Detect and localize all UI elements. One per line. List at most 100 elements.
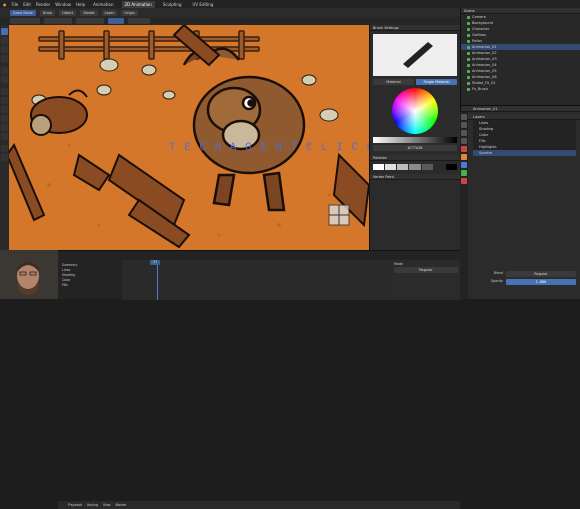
tool-settings-bar <box>0 17 460 25</box>
swatch[interactable] <box>397 164 409 170</box>
header-menu-stroke[interactable]: Stroke <box>80 9 98 16</box>
menu-file[interactable]: File <box>12 2 19 7</box>
menu-render[interactable]: Render <box>36 2 50 7</box>
material-tab-icon[interactable] <box>461 178 467 184</box>
mode-dropdown-timeline[interactable]: Regular <box>394 267 458 273</box>
menu-marker[interactable]: Marker <box>116 503 127 508</box>
world-tab-icon[interactable] <box>461 146 467 152</box>
tab-uv-editing[interactable]: UV Editing <box>190 1 217 8</box>
object-type-icon <box>467 63 470 67</box>
tab-2d-animation[interactable]: 2D Animation <box>121 0 155 8</box>
color-mode-toggle[interactable] <box>108 18 124 24</box>
brush-selector[interactable] <box>10 18 40 24</box>
color-wheel[interactable] <box>392 88 438 134</box>
object-type-icon <box>467 15 470 19</box>
track-label[interactable]: Fills <box>62 283 122 288</box>
swatch[interactable] <box>373 164 385 170</box>
webcam-overlay <box>0 250 58 299</box>
value-slider[interactable] <box>373 137 457 143</box>
object-type-icon <box>467 57 470 61</box>
presenter-avatar <box>0 250 58 299</box>
keyframe-area[interactable]: 37 <box>122 260 392 300</box>
opacity-field[interactable]: 1.000 <box>506 279 576 285</box>
tab-animation[interactable]: Animation <box>90 1 116 8</box>
header-menu-origin[interactable]: Origin <box>121 9 138 16</box>
layer-item[interactable]: Sparkle <box>473 150 576 156</box>
vertex-paint-label: Vertex Paint <box>370 174 460 180</box>
watermark-text: T E C H A G E N T C L I C K B A N K <box>169 142 369 154</box>
box-tool-icon[interactable] <box>1 124 8 131</box>
dopesheet-timeline: Playback Keying View Marker Summary Lines… <box>0 250 460 509</box>
outliner-item[interactable]: Fx_Brush <box>461 86 580 92</box>
object-name: Animacion_01 <box>461 106 580 112</box>
mode-dropdown[interactable]: Draw Mode <box>10 9 36 16</box>
curve-tool-icon[interactable] <box>1 115 8 122</box>
palette-swatches <box>373 164 457 170</box>
header-menu-object[interactable]: Object <box>58 9 77 16</box>
menu-help[interactable]: Help <box>76 2 85 7</box>
arc-tool-icon[interactable] <box>1 106 8 113</box>
swatch[interactable] <box>421 164 433 170</box>
brush-preview[interactable] <box>373 34 457 76</box>
render-tab-icon[interactable] <box>461 122 467 128</box>
erase-tool-icon[interactable] <box>1 46 8 53</box>
swatch[interactable] <box>445 164 457 170</box>
brush-preview-icon <box>403 42 433 68</box>
properties-editor: Animacion_01 Layers Lines Shading Color Fil… <box>460 105 580 299</box>
swatch[interactable] <box>433 164 445 170</box>
brush-panel-title: Brush Settings <box>370 25 460 31</box>
modifier-tab-icon[interactable] <box>461 162 467 168</box>
draw-tool-icon[interactable] <box>1 28 8 35</box>
menu-playback[interactable]: Playback <box>68 503 82 508</box>
brush-settings-sidebar: Brush Settings Material Single Material … <box>369 25 460 250</box>
menu-keying[interactable]: Keying <box>87 503 98 508</box>
blend-label: Blend <box>493 271 503 275</box>
header-menu-draw[interactable]: Draw <box>39 9 55 16</box>
tab-single-material[interactable]: Single Material <box>416 79 457 85</box>
swatch[interactable] <box>385 164 397 170</box>
line-tool-icon[interactable] <box>1 88 8 95</box>
properties-tabs <box>460 112 468 299</box>
data-tab-icon[interactable] <box>461 170 467 176</box>
current-frame: 37 <box>150 260 161 265</box>
fill-tool-icon[interactable] <box>1 37 8 44</box>
tab-sculpting[interactable]: Sculpting <box>160 1 185 8</box>
object-tab-icon[interactable] <box>461 154 467 160</box>
strength-field[interactable] <box>76 18 104 24</box>
cutter-tool-icon[interactable] <box>1 67 8 74</box>
menu-edit[interactable]: Edit <box>23 2 31 7</box>
object-type-icon <box>467 21 470 25</box>
object-type-icon <box>467 33 470 37</box>
swatch[interactable] <box>409 164 421 170</box>
hex-field[interactable]: #C77A2B <box>373 145 457 151</box>
palette-label: Palettes <box>370 155 460 161</box>
tint-tool-icon[interactable] <box>1 55 8 62</box>
scene-tab-icon[interactable] <box>461 138 467 144</box>
eyedropper-tool-icon[interactable] <box>1 76 8 83</box>
tab-material[interactable]: Material <box>373 79 414 85</box>
circle-tool-icon[interactable] <box>1 133 8 140</box>
polyline-tool-icon[interactable] <box>1 97 8 104</box>
blender-logo-icon[interactable]: ● <box>3 2 7 7</box>
menu-window[interactable]: Window <box>55 2 71 7</box>
object-type-icon <box>467 39 470 43</box>
menu-view[interactable]: View <box>103 503 111 508</box>
object-type-icon <box>467 81 470 85</box>
stabilizer-field[interactable] <box>128 18 150 24</box>
outliner-list: Camera Background Character Gallinas Pollos A… <box>461 14 580 92</box>
object-type-icon <box>467 75 470 79</box>
object-type-icon <box>467 45 470 49</box>
gizmo <box>328 204 350 226</box>
object-type-icon <box>467 51 470 55</box>
annotate-tool-icon[interactable] <box>1 145 8 152</box>
blend-dropdown[interactable]: Regular <box>506 271 576 277</box>
3d-viewport[interactable]: T E C H A G E N T C L I C K B A N K <box>9 25 369 250</box>
measure-tool-icon[interactable] <box>1 154 8 161</box>
output-tab-icon[interactable] <box>461 130 467 136</box>
tool-tab-icon[interactable] <box>461 114 467 120</box>
top-menubar: ● File Edit Render Window Help Animation… <box>0 0 580 8</box>
header-menu-layer[interactable]: Layer <box>101 9 118 16</box>
outliner-panel: Scene Camera Background Character Gallinas P… <box>460 8 580 105</box>
radius-field[interactable] <box>44 18 72 24</box>
playhead[interactable] <box>157 260 158 300</box>
